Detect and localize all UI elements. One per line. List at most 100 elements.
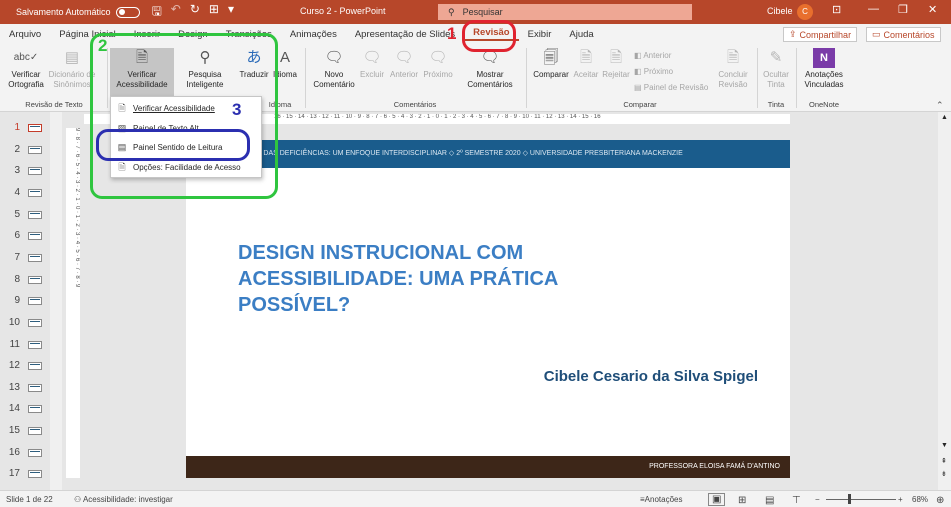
compare-previous-label: Anterior xyxy=(643,51,672,60)
thumbnail-item[interactable]: 10 xyxy=(8,317,42,328)
reject-button[interactable]: 🗎 Rejeitar xyxy=(601,48,631,80)
compare-button[interactable]: 🗐 Comparar xyxy=(531,48,571,80)
thumbnail-item[interactable]: 11 xyxy=(8,339,42,350)
thumbnail-image xyxy=(28,361,42,370)
tab-exibir[interactable]: Exibir xyxy=(519,29,561,40)
thumbnail-item[interactable]: 15 xyxy=(8,425,42,436)
spelling-button[interactable]: abc✓ Verificar Ortografia xyxy=(5,48,47,90)
group-label-revisao: Revisão de Texto xyxy=(25,100,83,109)
accessibility-status[interactable]: ⚇ Acessibilidade: investigar xyxy=(74,495,173,504)
thumbnail-number: 1 xyxy=(14,122,20,133)
next-slide-icon[interactable]: ⇟ xyxy=(941,470,947,478)
slide-title[interactable]: DESIGN INSTRUCIONAL COM ACESSIBILIDADE: … xyxy=(238,240,658,318)
tab-animacoes[interactable]: Animações xyxy=(281,29,346,40)
close-icon[interactable]: ✕ xyxy=(928,3,937,16)
linked-notes-button[interactable]: N Anotações Vinculadas xyxy=(800,48,848,90)
show-comments-label-1: Mostrar xyxy=(476,70,504,79)
reviewing-pane[interactable]: ▤ Painel de Revisão xyxy=(634,83,708,92)
next-comment-button[interactable]: 🗨 Próximo xyxy=(421,48,455,80)
thumbnail-item[interactable]: 17 xyxy=(8,468,42,479)
annotation-number-1: 1 xyxy=(447,24,457,43)
thumbnail-item[interactable]: 13 xyxy=(8,382,42,393)
previous-comment-button[interactable]: 🗨 Anterior xyxy=(388,48,420,80)
thumbnail-item[interactable]: 5 xyxy=(8,209,42,220)
autosave-toggle[interactable] xyxy=(115,6,140,18)
scroll-up-icon[interactable]: ▲ xyxy=(941,114,948,121)
zoom-in-icon[interactable]: + xyxy=(898,495,903,504)
accept-button[interactable]: 🗎 Aceitar xyxy=(572,48,600,80)
ribbon-display-icon[interactable]: ⊡ xyxy=(832,3,841,16)
editor-scrollbar[interactable]: ▲ ▼ ⇞ ⇟ xyxy=(938,112,951,490)
share-label: Compartilhar xyxy=(799,29,852,40)
annotation-circle-blue xyxy=(96,129,250,161)
end-review-icon: 🗎 xyxy=(726,49,740,66)
thumbnail-item[interactable]: 8 xyxy=(8,274,42,285)
reading-view-icon[interactable]: ▤ xyxy=(765,495,774,506)
status-bar: Slide 1 de 22 ⚇ Acessibilidade: investig… xyxy=(0,490,951,507)
user-name[interactable]: Cibele xyxy=(767,6,793,16)
zoom-level[interactable]: 68% xyxy=(912,495,928,504)
comments-button[interactable]: ▭ Comentários xyxy=(866,27,941,42)
thumbnail-number: 16 xyxy=(8,447,20,458)
next-comment-icon: 🗨 xyxy=(428,49,448,66)
new-comment-button[interactable]: 🗨 Novo Comentário xyxy=(310,48,358,90)
hide-ink-button[interactable]: ✎ Ocultar Tinta xyxy=(760,48,792,90)
collapse-ribbon-icon[interactable]: ⌃ xyxy=(936,100,944,111)
show-comments-button[interactable]: 🗨 Mostrar Comentários xyxy=(462,48,518,90)
thumbnail-item[interactable]: 9 xyxy=(8,295,42,306)
thumbnail-number: 14 xyxy=(8,403,20,414)
redo-icon[interactable]: ↻ xyxy=(190,2,200,23)
search-box[interactable]: ⚲ Pesquisar xyxy=(438,4,692,20)
compare-next[interactable]: ◧ Próximo xyxy=(634,67,673,76)
scroll-down-icon[interactable]: ▼ xyxy=(941,442,948,449)
slideshow-icon[interactable]: ⊤ xyxy=(792,495,801,506)
thumbnail-image xyxy=(28,404,42,413)
compare-next-label: Próximo xyxy=(643,67,674,76)
compare-previous[interactable]: ◧ Anterior xyxy=(634,51,671,60)
thumbnail-item[interactable]: 7 xyxy=(8,252,42,263)
thumbnail-item[interactable]: 14 xyxy=(8,403,42,414)
slide-counter: Slide 1 de 22 xyxy=(6,495,53,504)
new-comment-label-1: Novo xyxy=(324,70,344,79)
avatar[interactable]: C xyxy=(797,4,813,20)
tab-ajuda[interactable]: Ajuda xyxy=(560,29,602,40)
thumbnail-number: 12 xyxy=(8,360,20,371)
previous-comment-icon: 🗨 xyxy=(394,49,414,66)
hide-ink-label-2: Tinta xyxy=(767,80,785,89)
zoom-slider-track[interactable] xyxy=(826,499,896,500)
end-review-button[interactable]: 🗎 Concluir Revisão xyxy=(714,48,752,90)
thumbnail-item[interactable]: 16 xyxy=(8,447,42,458)
group-label-tinta: Tinta xyxy=(767,100,785,109)
undo-icon[interactable]: ↶ xyxy=(171,2,181,23)
minimize-icon[interactable]: — xyxy=(868,3,879,15)
present-icon[interactable]: ⊞ xyxy=(209,2,219,23)
thumbnail-item[interactable]: 2 xyxy=(8,144,42,155)
thumbnail-item[interactable]: 12 xyxy=(8,360,42,371)
tab-arquivo[interactable]: Arquivo xyxy=(0,29,50,40)
thumbnail-item[interactable]: 6 xyxy=(8,230,42,241)
thumbnail-item[interactable]: 4 xyxy=(8,187,42,198)
compare-label: Comparar xyxy=(533,70,569,79)
previous-slide-icon[interactable]: ⇞ xyxy=(941,457,947,465)
slide-author[interactable]: Cibele Cesario da Silva Spigel xyxy=(544,368,758,385)
thumbnail-item[interactable]: 3 xyxy=(8,165,42,176)
autosave[interactable]: Salvamento Automático xyxy=(16,6,140,18)
thumbnail-number: 6 xyxy=(14,230,20,241)
restore-icon[interactable]: ❐ xyxy=(898,3,908,16)
slide-sorter-icon[interactable]: ⊞ xyxy=(738,495,746,506)
save-icon[interactable]: 🖫 xyxy=(152,2,162,23)
customize-qa-icon[interactable]: ▾ xyxy=(228,2,234,23)
share-button[interactable]: ⇪ Compartilhar xyxy=(783,27,858,42)
notes-label: Anotações xyxy=(644,495,683,504)
zoom-slider-thumb[interactable] xyxy=(848,494,851,504)
notes-button[interactable]: ≡Anotações xyxy=(640,495,682,504)
thumbnails-scrollbar[interactable] xyxy=(50,112,62,490)
onenote-icon: N xyxy=(813,48,835,68)
hide-ink-icon: ✎ xyxy=(769,49,783,66)
normal-view-icon[interactable]: ▣ xyxy=(708,493,726,506)
zoom-out-icon[interactable]: − xyxy=(815,495,820,504)
thumbnail-item[interactable]: 1 xyxy=(8,122,42,133)
delete-comment-button[interactable]: 🗨 Excluir xyxy=(358,48,386,80)
thumbnail-image xyxy=(28,231,42,240)
fit-slide-icon[interactable]: ⊕ xyxy=(936,495,944,506)
